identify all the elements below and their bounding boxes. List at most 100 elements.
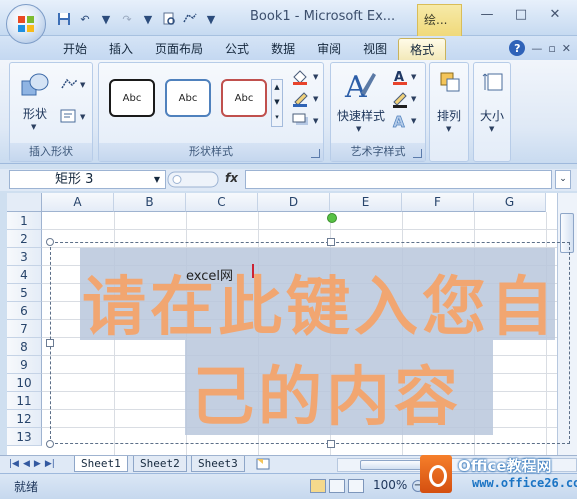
redo-dropdown-icon[interactable]: ▼ (140, 11, 156, 27)
row-header-7[interactable]: 7 (7, 320, 42, 338)
shape-styles-scroll[interactable]: ▲ ▼ ▾ (271, 79, 283, 127)
column-header-b[interactable]: B (114, 193, 186, 212)
edit-shape-dropdown-icon[interactable]: ▼ (80, 81, 85, 89)
quick-styles-button[interactable]: 快速样式 (333, 107, 389, 124)
row-header-4[interactable]: 4 (7, 266, 42, 284)
column-header-c[interactable]: C (186, 193, 258, 212)
row-header-12[interactable]: 12 (7, 410, 42, 428)
formula-expand-icon[interactable]: ⌄ (555, 170, 571, 189)
shapes-icon[interactable] (20, 71, 50, 101)
shape-style-2[interactable]: Abc (165, 79, 211, 117)
last-sheet-icon[interactable]: ▶| (45, 459, 55, 469)
edit-shape-icon[interactable] (60, 77, 80, 91)
shape-outline-icon[interactable] (291, 91, 311, 107)
shape-style-1[interactable]: Abc (109, 79, 155, 117)
size-icon[interactable] (482, 71, 504, 93)
text-effects-icon[interactable]: A (391, 112, 409, 130)
help-icon[interactable]: ? (509, 40, 526, 56)
tab-insert[interactable]: 插入 (98, 38, 144, 60)
resize-handle-left[interactable] (46, 339, 54, 347)
column-header-e[interactable]: E (330, 193, 402, 212)
row-header-11[interactable]: 11 (7, 392, 42, 410)
wordart-styles-dialog-launcher[interactable] (413, 149, 422, 158)
page-layout-view-button[interactable] (329, 479, 345, 493)
size-dropdown-icon[interactable]: ▼ (489, 125, 494, 133)
resize-handle-bottom[interactable] (327, 440, 335, 448)
quick-styles-dropdown-icon[interactable]: ▼ (356, 125, 361, 133)
column-header-f[interactable]: F (402, 193, 474, 212)
row-header-2[interactable]: 2 (7, 230, 42, 248)
tab-formulas[interactable]: 公式 (214, 38, 260, 60)
sheet-tab-1[interactable]: Sheet1 (74, 456, 128, 472)
text-fill-icon[interactable]: A (391, 68, 409, 86)
text-outline-icon[interactable] (391, 90, 409, 108)
insert-function-icon[interactable]: fx (225, 171, 238, 185)
shape-effects-icon[interactable] (291, 113, 311, 127)
wordart-a-icon[interactable]: A (343, 69, 377, 101)
tab-data[interactable]: 数据 (260, 38, 306, 60)
shape-effects-dropdown-icon[interactable]: ▼ (313, 117, 318, 125)
text-effects-dropdown-icon[interactable]: ▼ (411, 117, 416, 125)
prev-sheet-icon[interactable]: ◀ (23, 459, 30, 469)
row-header-10[interactable]: 10 (7, 374, 42, 392)
shape-fill-icon[interactable] (291, 69, 311, 85)
rotation-handle[interactable] (327, 213, 337, 223)
name-box[interactable]: 矩形 3 ▼ (9, 170, 166, 189)
undo-icon[interactable]: ↶ (77, 11, 93, 27)
insert-sheet-icon[interactable] (254, 457, 272, 471)
redo-icon[interactable]: ↷ (119, 11, 135, 27)
arrange-icon[interactable] (439, 71, 461, 93)
close-button[interactable]: ✕ (538, 3, 572, 25)
sheet-tab-2[interactable]: Sheet2 (133, 456, 187, 472)
shape-selection-border[interactable] (50, 242, 570, 444)
row-header-13[interactable]: 13 (7, 428, 42, 446)
row-header-6[interactable]: 6 (7, 302, 42, 320)
normal-view-button[interactable] (310, 479, 326, 493)
text-fill-dropdown-icon[interactable]: ▼ (411, 73, 416, 81)
text-outline-dropdown-icon[interactable]: ▼ (411, 95, 416, 103)
size-button[interactable]: 大小 (474, 107, 510, 124)
shapes-dropdown-icon[interactable]: ▼ (31, 123, 36, 131)
row-header-5[interactable]: 5 (7, 284, 42, 302)
row-header-8[interactable]: 8 (7, 338, 42, 356)
name-box-dropdown-icon[interactable]: ▼ (154, 171, 160, 188)
arrange-button[interactable]: 排列 (430, 107, 468, 124)
drawing-tools-context-tab[interactable]: 绘... (417, 4, 462, 36)
undo-dropdown-icon[interactable]: ▼ (98, 11, 114, 27)
formula-input[interactable] (245, 170, 552, 189)
customize-qat-icon[interactable]: ▼ (203, 11, 219, 27)
resize-handle-bottom-left[interactable] (46, 440, 54, 448)
row-header-9[interactable]: 9 (7, 356, 42, 374)
tab-review[interactable]: 审阅 (306, 38, 352, 60)
save-icon[interactable] (56, 11, 72, 27)
shape-style-3[interactable]: Abc (221, 79, 267, 117)
minimize-button[interactable]: — (470, 3, 504, 25)
column-header-a[interactable]: A (42, 193, 114, 212)
first-sheet-icon[interactable]: |◀ (9, 459, 19, 469)
textbox-dropdown-icon[interactable]: ▼ (80, 113, 85, 121)
textbox-icon[interactable] (60, 109, 76, 123)
row-header-1[interactable]: 1 (7, 212, 42, 230)
shapes-button[interactable]: 形状 (14, 105, 56, 122)
resize-handle-top[interactable] (327, 238, 335, 246)
tab-page-layout[interactable]: 页面布局 (144, 38, 214, 60)
page-break-view-button[interactable] (348, 479, 364, 493)
ribbon-restore-icon[interactable]: ▫ (548, 42, 555, 55)
arrange-dropdown-icon[interactable]: ▼ (446, 125, 451, 133)
print-preview-icon[interactable] (161, 11, 177, 27)
shape-edit-icon[interactable] (182, 11, 198, 27)
column-header-g[interactable]: G (474, 193, 546, 212)
ribbon-close-icon[interactable]: ✕ (562, 42, 571, 55)
next-sheet-icon[interactable]: ▶ (34, 459, 41, 469)
row-header-3[interactable]: 3 (7, 248, 42, 266)
tab-view[interactable]: 视图 (352, 38, 398, 60)
shape-outline-dropdown-icon[interactable]: ▼ (313, 95, 318, 103)
zoom-level[interactable]: 100% (373, 478, 407, 492)
sheet-tab-3[interactable]: Sheet3 (191, 456, 245, 472)
office-button[interactable] (6, 4, 46, 44)
resize-handle-top-left[interactable] (46, 238, 54, 246)
maximize-button[interactable]: □ (504, 3, 538, 25)
shape-styles-dialog-launcher[interactable] (311, 149, 320, 158)
select-all-corner[interactable] (7, 193, 42, 212)
tab-format[interactable]: 格式 (398, 38, 447, 60)
